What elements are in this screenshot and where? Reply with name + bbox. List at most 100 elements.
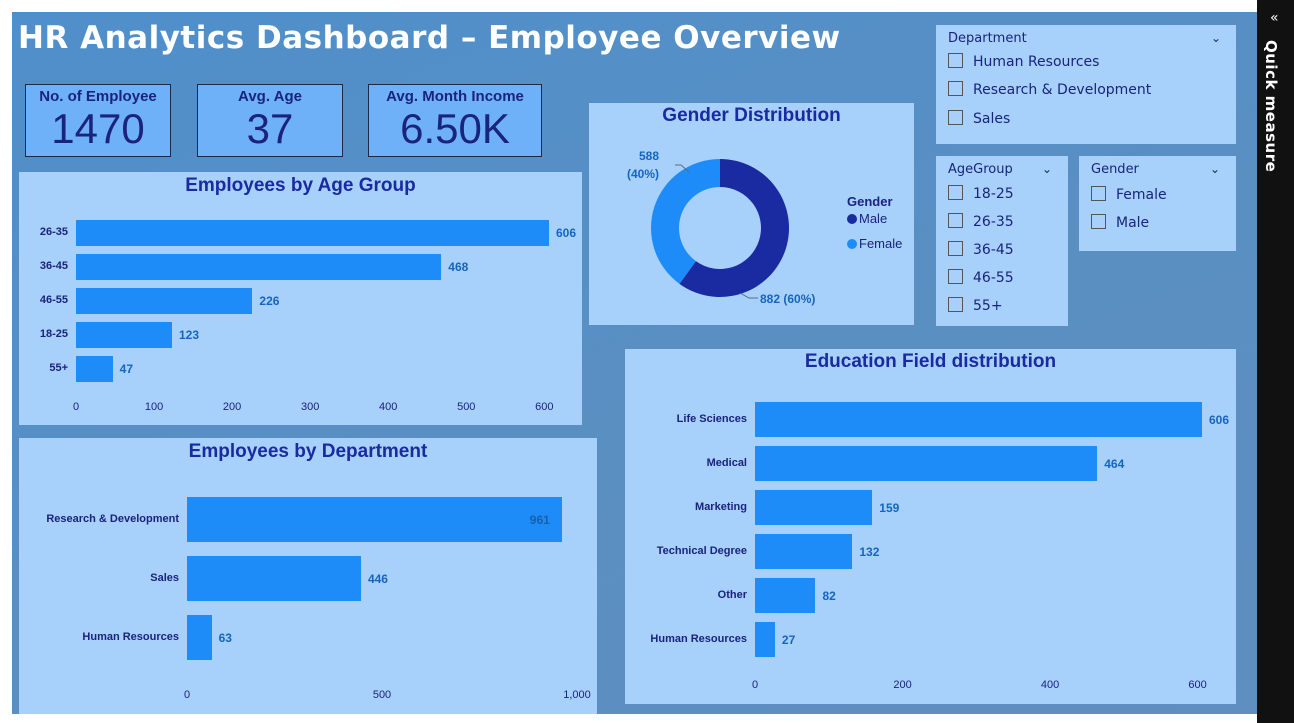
category-label: 46-55 — [39, 294, 68, 306]
category-label: Medical — [706, 456, 747, 469]
agegroup-slicer[interactable]: AgeGroup ⌄ 18-25 26-35 36-45 46-55 55+ — [936, 156, 1068, 326]
checkbox[interactable] — [1091, 186, 1106, 201]
kpi-label: No. of Employee — [39, 88, 157, 105]
kpi-label: Avg. Age — [238, 88, 302, 105]
chevron-down-icon[interactable]: ⌄ — [1211, 31, 1221, 45]
x-tick-label: 300 — [300, 401, 320, 413]
bar[interactable] — [187, 497, 562, 542]
data-label-female: 588 (40%) — [627, 149, 659, 181]
bar[interactable] — [755, 490, 873, 525]
category-label: Technical Degree — [656, 544, 747, 557]
x-tick-label: 500 — [457, 401, 476, 413]
chevron-down-icon[interactable]: ⌄ — [1210, 162, 1220, 176]
slicer-option[interactable]: 46-55 — [948, 269, 1014, 286]
slicer-option[interactable]: Female — [1091, 186, 1167, 203]
legend-marker-male — [847, 214, 857, 224]
category-label: 55+ — [49, 362, 68, 374]
age-group-chart[interactable]: Employees by Age Group 26-35 606 36-45 468 4… — [19, 172, 582, 425]
quick-measure-pane[interactable]: « Quick measure — [1257, 0, 1294, 723]
slicer-header: Department — [948, 31, 1027, 46]
x-tick-label: 200 — [222, 401, 242, 413]
data-label: 159 — [879, 500, 900, 515]
x-tick-label: 400 — [1040, 679, 1060, 691]
kpi-employee-count[interactable]: No. of Employee 1470 — [25, 84, 171, 157]
slicer-option[interactable]: 55+ — [948, 297, 1003, 314]
bar[interactable] — [755, 534, 853, 569]
education-chart[interactable]: Education Field distribution Life Scienc… — [625, 349, 1236, 704]
checkbox[interactable] — [948, 297, 963, 312]
checkbox[interactable] — [948, 81, 963, 96]
data-label: 464 — [1104, 456, 1125, 471]
donut-slice-female[interactable] — [651, 159, 720, 284]
checkbox[interactable] — [948, 53, 963, 68]
bar[interactable] — [187, 556, 361, 601]
data-label: 961 — [529, 512, 550, 527]
kpi-avg-age[interactable]: Avg. Age 37 — [197, 84, 343, 157]
checkbox[interactable] — [948, 110, 963, 125]
data-label: 27 — [781, 632, 796, 647]
chart-title: Employees by Age Group — [185, 175, 416, 196]
x-tick-label: 0 — [751, 679, 759, 691]
chevron-down-icon[interactable]: ⌄ — [1042, 162, 1052, 176]
data-label: 446 — [367, 571, 388, 586]
category-label: Life Sciences — [676, 412, 747, 425]
data-label: 82 — [822, 588, 836, 603]
category-label: Sales — [150, 571, 179, 584]
x-tick-label: 100 — [144, 401, 164, 413]
bar[interactable] — [755, 446, 1098, 481]
slicer-option[interactable]: Human Resources — [948, 53, 1099, 70]
checkbox[interactable] — [948, 185, 963, 200]
slicer-option[interactable]: Sales — [948, 110, 1010, 127]
bar[interactable] — [76, 254, 442, 280]
checkbox[interactable] — [948, 213, 963, 228]
data-label: 606 — [556, 226, 577, 240]
bar[interactable] — [76, 220, 549, 246]
gender-chart[interactable]: Gender Distribution 882 (60%) 588 (40%) Gen… — [589, 103, 914, 325]
x-tick-label: 500 — [372, 689, 392, 701]
department-chart[interactable]: Employees by Department Research & Devel… — [19, 438, 597, 714]
x-tick-label: 200 — [893, 679, 912, 691]
kpi-avg-income[interactable]: Avg. Month Income 6.50K — [368, 84, 542, 157]
data-label: 47 — [119, 362, 134, 376]
legend-marker-female — [847, 239, 857, 249]
checkbox[interactable] — [948, 241, 963, 256]
kpi-value: 6.50K — [400, 105, 510, 152]
kpi-value: 1470 — [51, 105, 145, 152]
bar[interactable] — [76, 322, 172, 348]
chart-title: Education Field distribution — [804, 351, 1057, 372]
category-label: 26-35 — [39, 226, 68, 238]
bar[interactable] — [76, 356, 113, 382]
x-tick-label: 1,000 — [563, 689, 591, 701]
bar[interactable] — [755, 578, 816, 613]
slicer-option[interactable]: Male — [1091, 214, 1149, 231]
checkbox[interactable] — [1091, 214, 1106, 229]
slicer-option[interactable]: 18-25 — [948, 185, 1014, 202]
x-tick-label: 600 — [535, 401, 554, 413]
department-slicer[interactable]: Department ⌄ Human Resources Research & … — [936, 25, 1236, 144]
chart-title: Employees by Department — [188, 441, 428, 462]
category-label: Human Resources — [82, 630, 179, 643]
leader-line-male — [739, 292, 758, 299]
bar[interactable] — [187, 615, 212, 660]
data-label: 132 — [859, 544, 880, 559]
quick-measure-label: Quick measure — [1262, 40, 1280, 173]
x-tick-label: 600 — [1188, 679, 1207, 691]
bar[interactable] — [755, 622, 775, 657]
gender-slicer[interactable]: Gender ⌄ Female Male — [1079, 156, 1236, 251]
data-label: 606 — [1209, 412, 1230, 427]
slicer-option[interactable]: Research & Development — [948, 81, 1151, 98]
bar[interactable] — [76, 288, 253, 314]
x-tick-label: 400 — [379, 401, 398, 413]
slicer-option[interactable]: 36-45 — [948, 241, 1014, 258]
collapse-icon[interactable]: « — [1270, 10, 1279, 26]
category-label: Other — [717, 588, 747, 601]
checkbox[interactable] — [948, 269, 963, 284]
category-label: 36-45 — [39, 260, 68, 272]
category-label: Research & Development — [46, 512, 179, 525]
slicer-header: AgeGroup — [948, 162, 1013, 177]
bar[interactable] — [755, 402, 1202, 437]
slicer-option[interactable]: 26-35 — [948, 213, 1014, 230]
dashboard-canvas: HR Analytics Dashboard – Employee Overvi… — [12, 12, 1257, 714]
legend-title: Gender — [847, 194, 893, 209]
kpi-value: 37 — [246, 105, 294, 152]
